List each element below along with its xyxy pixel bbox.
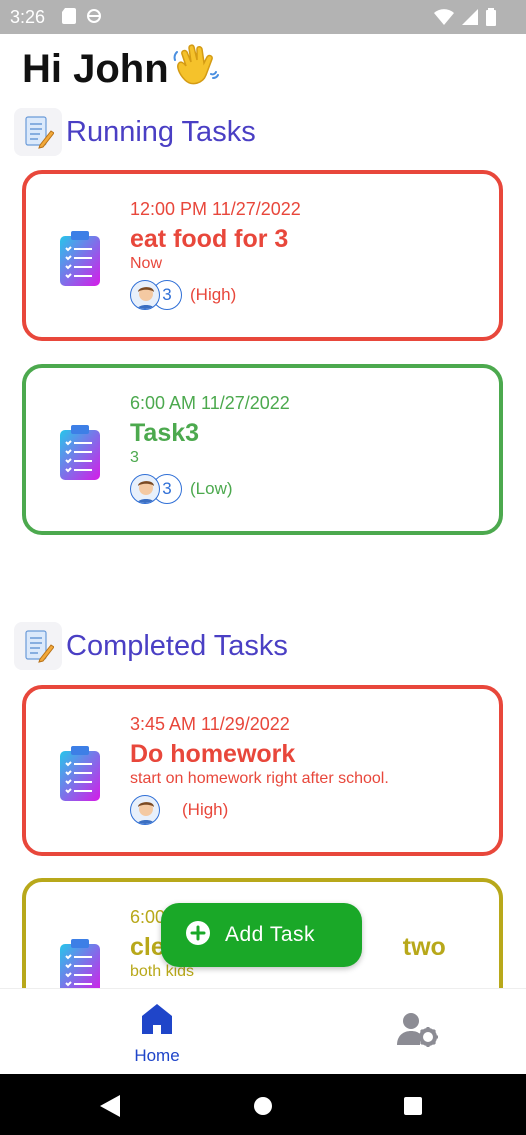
sync-icon bbox=[86, 8, 102, 29]
nav-home-label: Home bbox=[134, 1046, 180, 1065]
wifi-icon bbox=[434, 9, 454, 30]
nav-user-settings[interactable] bbox=[396, 1011, 440, 1052]
priority-label: (High) bbox=[182, 800, 229, 819]
user-settings-icon bbox=[396, 1013, 440, 1051]
completed-tasks-title: Completed Tasks bbox=[66, 629, 288, 662]
task-description: 3 bbox=[130, 449, 139, 466]
task-card[interactable]: 12:00 PM 11/27/2022 eat food for 3 Now 3… bbox=[22, 170, 503, 341]
task-card[interactable]: 3:45 AM 11/29/2022 Do homework start on … bbox=[22, 685, 503, 856]
bottom-navigation: Home bbox=[0, 988, 526, 1074]
task-time: 3:45 AM 11/29/2022 bbox=[130, 714, 290, 734]
avatar bbox=[130, 795, 160, 825]
task-title: Do homework bbox=[130, 740, 296, 768]
signal-icon bbox=[462, 9, 478, 30]
status-time: 3:26 bbox=[10, 7, 46, 27]
memo-icon bbox=[14, 622, 62, 670]
running-tasks-title: Running Tasks bbox=[66, 115, 256, 148]
back-icon[interactable] bbox=[100, 1095, 120, 1122]
greeting-title: Hi John bbox=[22, 40, 219, 98]
add-task-label: Add Task bbox=[225, 923, 315, 946]
running-tasks-header: Running Tasks bbox=[14, 108, 256, 156]
completed-tasks-header: Completed Tasks bbox=[14, 622, 288, 670]
task-title: eat food for 3 bbox=[130, 225, 289, 253]
task-description: start on homework right after school. bbox=[130, 770, 389, 787]
sd-card-icon bbox=[62, 8, 76, 29]
recents-icon[interactable] bbox=[403, 1096, 423, 1121]
waving-hand-icon bbox=[171, 40, 219, 98]
plus-circle-icon bbox=[185, 920, 211, 951]
home-circle-icon[interactable] bbox=[253, 1096, 273, 1121]
memo-icon bbox=[14, 108, 62, 156]
home-icon bbox=[139, 1001, 175, 1042]
status-bar: 3:26 bbox=[0, 0, 526, 34]
task-title: Task3 bbox=[130, 419, 200, 447]
system-navigation-bar bbox=[0, 1074, 526, 1135]
nav-home[interactable]: Home bbox=[122, 1001, 192, 1066]
clipboard-icon bbox=[58, 745, 102, 808]
priority-label: (Low) bbox=[190, 479, 233, 498]
add-task-button[interactable]: Add Task bbox=[161, 903, 362, 967]
priority-label: (High) bbox=[190, 285, 237, 304]
avatar bbox=[130, 474, 160, 504]
task-time: 12:00 PM 11/27/2022 bbox=[130, 199, 301, 219]
battery-icon bbox=[486, 8, 496, 31]
task-time: 6:00 AM 11/27/2022 bbox=[130, 393, 290, 413]
task-card[interactable]: 6:00 AM 11/27/2022 Task3 3 3 (Low) bbox=[22, 364, 503, 535]
clipboard-icon bbox=[58, 424, 102, 487]
avatar bbox=[130, 280, 160, 310]
task-description: Now bbox=[130, 255, 163, 272]
clipboard-icon bbox=[58, 230, 102, 293]
